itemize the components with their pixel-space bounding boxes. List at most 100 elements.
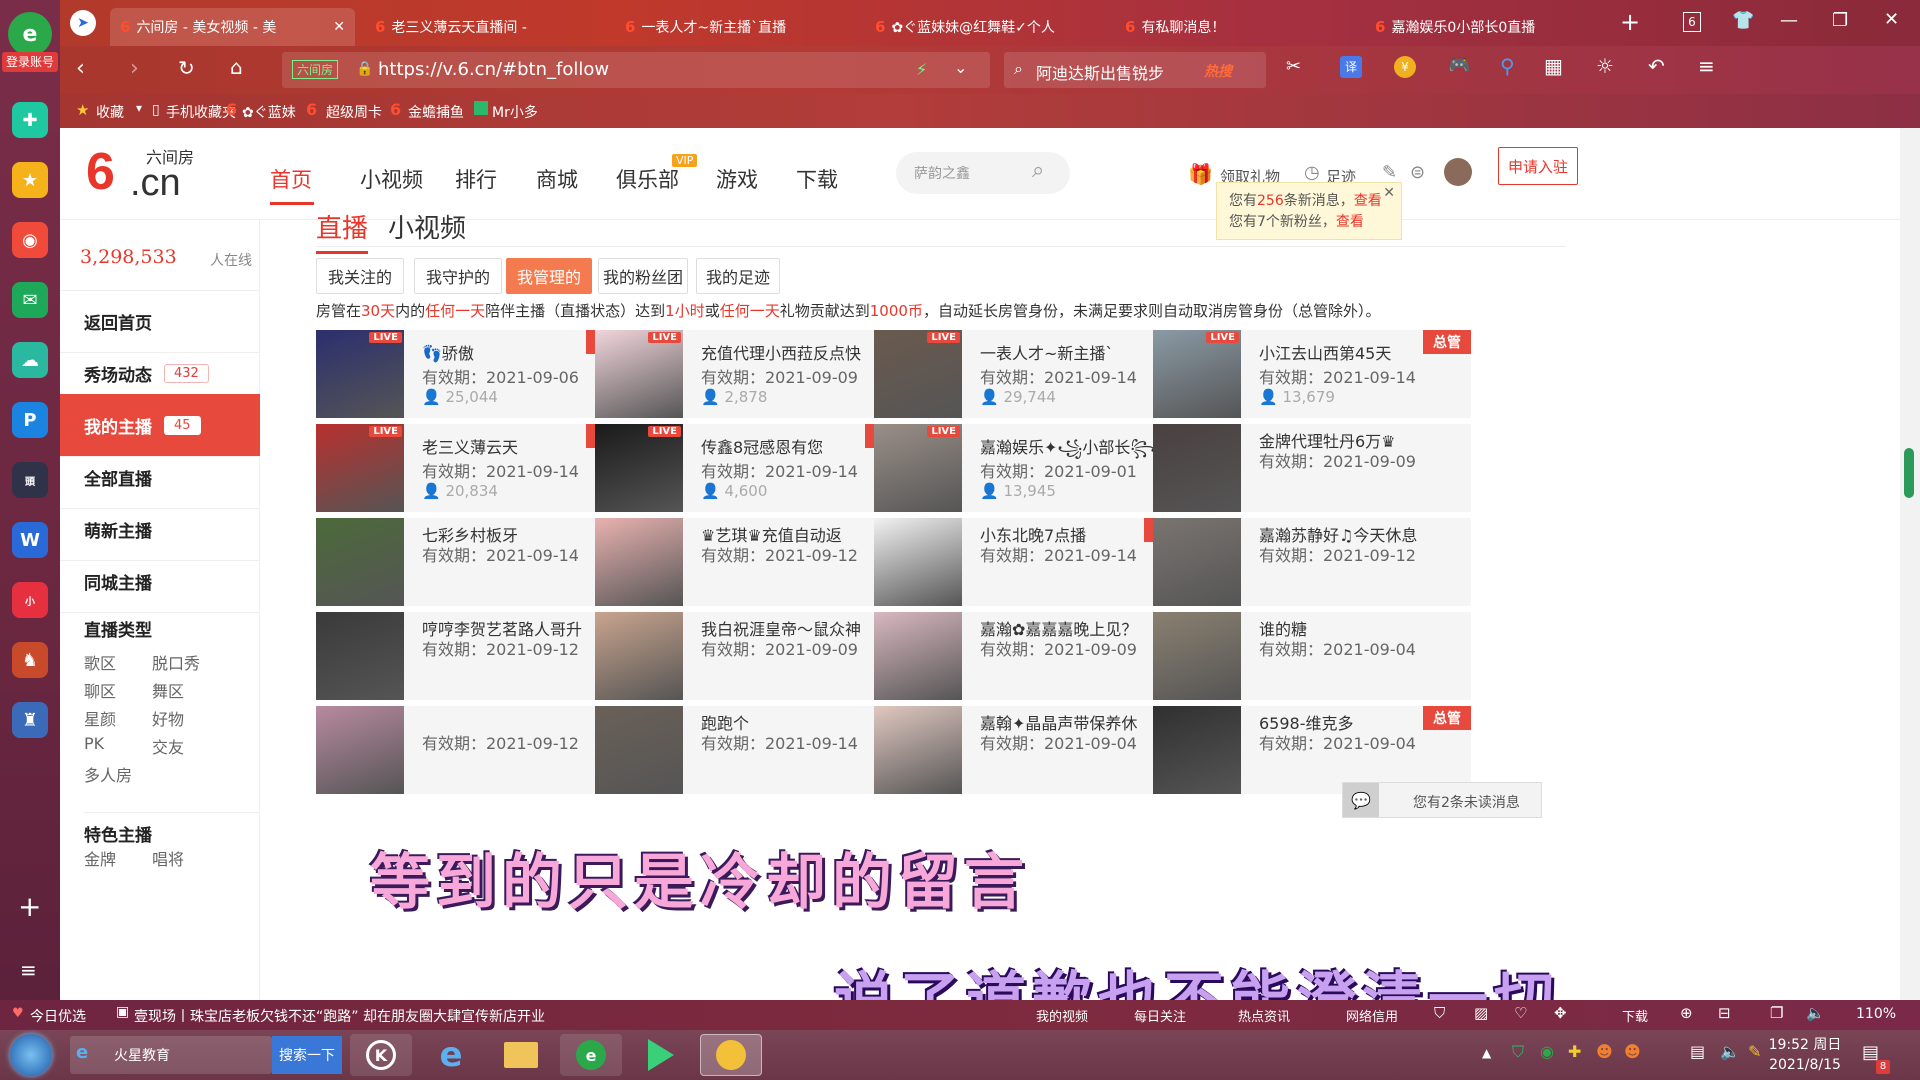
unread-chat-popup[interactable]: 💬 您有2条未读消息 — [1342, 782, 1542, 818]
anchor-thumbnail[interactable] — [1153, 424, 1241, 512]
type-item[interactable]: 舞区 — [152, 678, 184, 702]
scissors-icon[interactable]: ✂ — [1286, 56, 1301, 77]
anchor-card[interactable]: 金牌代理牡丹6万♛ 有效期：2021-09-09 — [1153, 424, 1471, 512]
close-notice-icon[interactable]: ✕ — [1383, 183, 1395, 204]
game-app-icon[interactable]: ♞ — [12, 642, 48, 678]
tab-4[interactable]: 6 ✿ぐ蓝妹妹@红舞鞋✓个人 — [865, 8, 1105, 46]
translate-icon[interactable]: 译 — [1340, 56, 1362, 78]
status-item[interactable]: 热点资讯 — [1218, 1006, 1290, 1025]
browser-tray-icon[interactable]: ◉ — [1540, 1042, 1554, 1061]
filter-footprint[interactable]: 我的足迹 — [696, 258, 780, 294]
type-item[interactable]: 多人房 — [84, 762, 132, 786]
nav-video[interactable]: 小视频 — [360, 164, 423, 194]
browser-taskbar-icon[interactable]: e — [560, 1034, 622, 1076]
nav-download[interactable]: 下载 — [796, 164, 838, 194]
folder-icon[interactable] — [490, 1034, 552, 1076]
start-button[interactable] — [10, 1034, 52, 1076]
minimize-icon[interactable]: — — [1780, 10, 1798, 31]
gamepad-icon[interactable]: 🎮 — [1448, 55, 1470, 76]
anchor-card[interactable]: 嘉瀚苏静好♫今天休息 有效期：2021-09-12 — [1153, 518, 1471, 606]
bookmark-item[interactable]: 手机收藏夹 — [152, 102, 236, 122]
anchor-card[interactable]: 6598-维克多 有效期：2021-09-04 总管 — [1153, 706, 1471, 794]
bookmark-item[interactable]: 超级周卡 — [326, 102, 382, 122]
apps-grid-icon[interactable]: ▦ — [1544, 54, 1563, 78]
kuwo-icon[interactable]: K — [350, 1034, 412, 1076]
anchor-thumbnail[interactable] — [316, 518, 404, 606]
menu-more-icon[interactable]: ≡ — [1698, 54, 1715, 78]
anchor-card[interactable]: 嘉翰✦晶晶声带保养休 有效期：2021-09-04 — [874, 706, 1192, 794]
anchor-card[interactable]: LIVE 小江去山西第45天 有效期：2021-09-14 👤 13,679 总管 — [1153, 330, 1471, 418]
bookmark-item[interactable]: 收藏 — [96, 102, 124, 122]
anchor-name[interactable]: 一表人才~新主播` — [980, 340, 1113, 364]
p-app-icon[interactable]: P — [12, 402, 48, 438]
anchor-card[interactable]: LIVE传鑫8冠感恩有您有效期：2021-09-14👤 4,600总管 — [595, 424, 913, 512]
tab-6[interactable]: 6 嘉瀚娱乐0小部长0直播 — [1365, 8, 1605, 46]
media-app-icon[interactable] — [700, 1034, 762, 1076]
navigate-icon[interactable]: ➤ — [70, 10, 96, 36]
sync-icon[interactable]: ⊕ — [1680, 1004, 1693, 1022]
anchor-name[interactable]: 小江去山西第45天 — [1259, 340, 1391, 364]
news-headline[interactable]: 壹现场丨珠宝店老板欠钱不还“跑路” 却在朋友圈大肆宣传新店开业 — [134, 1006, 545, 1026]
nav-rank[interactable]: 排行 — [455, 164, 497, 194]
nav-games[interactable]: 游戏 — [716, 164, 758, 194]
tab-live[interactable]: 直播 — [316, 208, 368, 254]
special-item[interactable]: 唱将 — [152, 846, 184, 870]
security-tray-icon[interactable]: ⛉ — [1512, 1042, 1524, 1062]
close-icon[interactable]: ✕ — [325, 19, 345, 35]
brightness-icon[interactable]: ☼ — [1596, 54, 1614, 78]
clock[interactable]: 19:52 周日 2021/8/15 — [1760, 1035, 1850, 1075]
volume-icon[interactable]: 🔈 — [1806, 1004, 1825, 1022]
window-icon[interactable]: ❐ — [1770, 1004, 1783, 1022]
heart-outline-icon[interactable]: ♡ — [1514, 1004, 1527, 1022]
anchor-card[interactable]: 嘉瀚✿嘉嘉嘉晚上见？ 有效期：2021-09-09 — [874, 612, 1192, 700]
anchor-thumbnail[interactable] — [595, 612, 683, 700]
status-item[interactable]: 每日关注 — [1114, 1006, 1186, 1025]
anchor-thumbnail[interactable]: LIVE — [316, 424, 404, 512]
refresh-icon[interactable]: ↻ — [178, 56, 195, 80]
page-scrollbar[interactable] — [1900, 128, 1920, 1008]
layout-icon[interactable]: ⊟ — [1718, 1004, 1731, 1022]
search-box[interactable]: ⌕ 阿迪达斯出售锐步 热搜 — [1004, 52, 1266, 88]
ie-taskbar-icon[interactable]: e — [420, 1034, 482, 1076]
new-tab-icon[interactable]: + — [1620, 8, 1640, 36]
daily-pick[interactable]: 今日优选 — [30, 1006, 86, 1026]
bookmark-item[interactable]: ✿ぐ蓝妹 — [242, 102, 296, 122]
anchor-thumbnail[interactable]: LIVE — [874, 424, 962, 512]
undo-icon[interactable]: ↶ — [1648, 54, 1665, 78]
image-icon[interactable]: ▨ — [1474, 1004, 1488, 1022]
anchor-card[interactable]: 有效期：2021-09-12 — [316, 706, 634, 794]
type-item[interactable]: 交友 — [152, 734, 184, 758]
tab-1[interactable]: 6 六间房 - 美女视频 - 美 ✕ — [110, 8, 355, 46]
tray-expand-icon[interactable]: ▲ — [1482, 1046, 1491, 1060]
cloud-icon[interactable]: ☁ — [12, 342, 48, 378]
back-icon[interactable]: ‹ — [76, 56, 85, 81]
anchor-thumbnail[interactable] — [1153, 706, 1241, 794]
tab-count-badge[interactable]: 6 — [1683, 12, 1701, 32]
anchor-name[interactable]: 老三义薄云天 — [422, 434, 518, 458]
word-doc-icon[interactable]: W — [12, 522, 48, 558]
anchor-thumbnail[interactable] — [1153, 612, 1241, 700]
anchor-card[interactable]: LIVE 嘉瀚娱乐✦꧁小部长꧂ 有效期：2021-09-01 👤 13,945 — [874, 424, 1192, 512]
qq-tray-icon[interactable]: ☻ — [1596, 1042, 1613, 1061]
bookmark-item[interactable]: Mr小多 — [492, 102, 538, 122]
filter-fan-club[interactable]: 我的粉丝团 — [598, 258, 688, 294]
filter-managing[interactable]: 我管理的 — [506, 258, 592, 294]
nav-club[interactable]: 俱乐部 — [616, 164, 679, 194]
anchor-card[interactable]: 我白祝涯皇帝～鼠众神 有效期：2021-09-09 — [595, 612, 913, 700]
hot-search-label[interactable]: 热搜 — [1204, 61, 1232, 81]
qq2-tray-icon[interactable]: ☻ — [1624, 1042, 1641, 1061]
tab-2[interactable]: 6 老三义薄云天直播间 - — [365, 8, 605, 46]
filter-following[interactable]: 我关注的 — [316, 258, 404, 294]
restore-icon[interactable]: ❐ — [1832, 10, 1848, 31]
message-icon[interactable]: ⊜ — [1410, 162, 1425, 183]
anchor-card[interactable]: 哼哼李贺艺茗路人哥升 有效期：2021-09-12 — [316, 612, 634, 700]
scroll-thumb[interactable] — [1904, 448, 1914, 498]
speed-icon[interactable]: ⚡ — [916, 60, 927, 79]
add-icon[interactable]: + — [18, 890, 41, 923]
taskbar-search-button[interactable]: 搜索一下 — [272, 1036, 342, 1074]
tab-video[interactable]: 小视频 — [388, 208, 466, 245]
anchor-thumbnail[interactable] — [595, 518, 683, 606]
home-icon[interactable]: ⌂ — [230, 55, 243, 79]
plus-tray-icon[interactable]: ✚ — [1568, 1042, 1581, 1061]
anchor-card[interactable]: 小东北晚7点播有效期：2021-09-14总管 — [874, 518, 1192, 606]
